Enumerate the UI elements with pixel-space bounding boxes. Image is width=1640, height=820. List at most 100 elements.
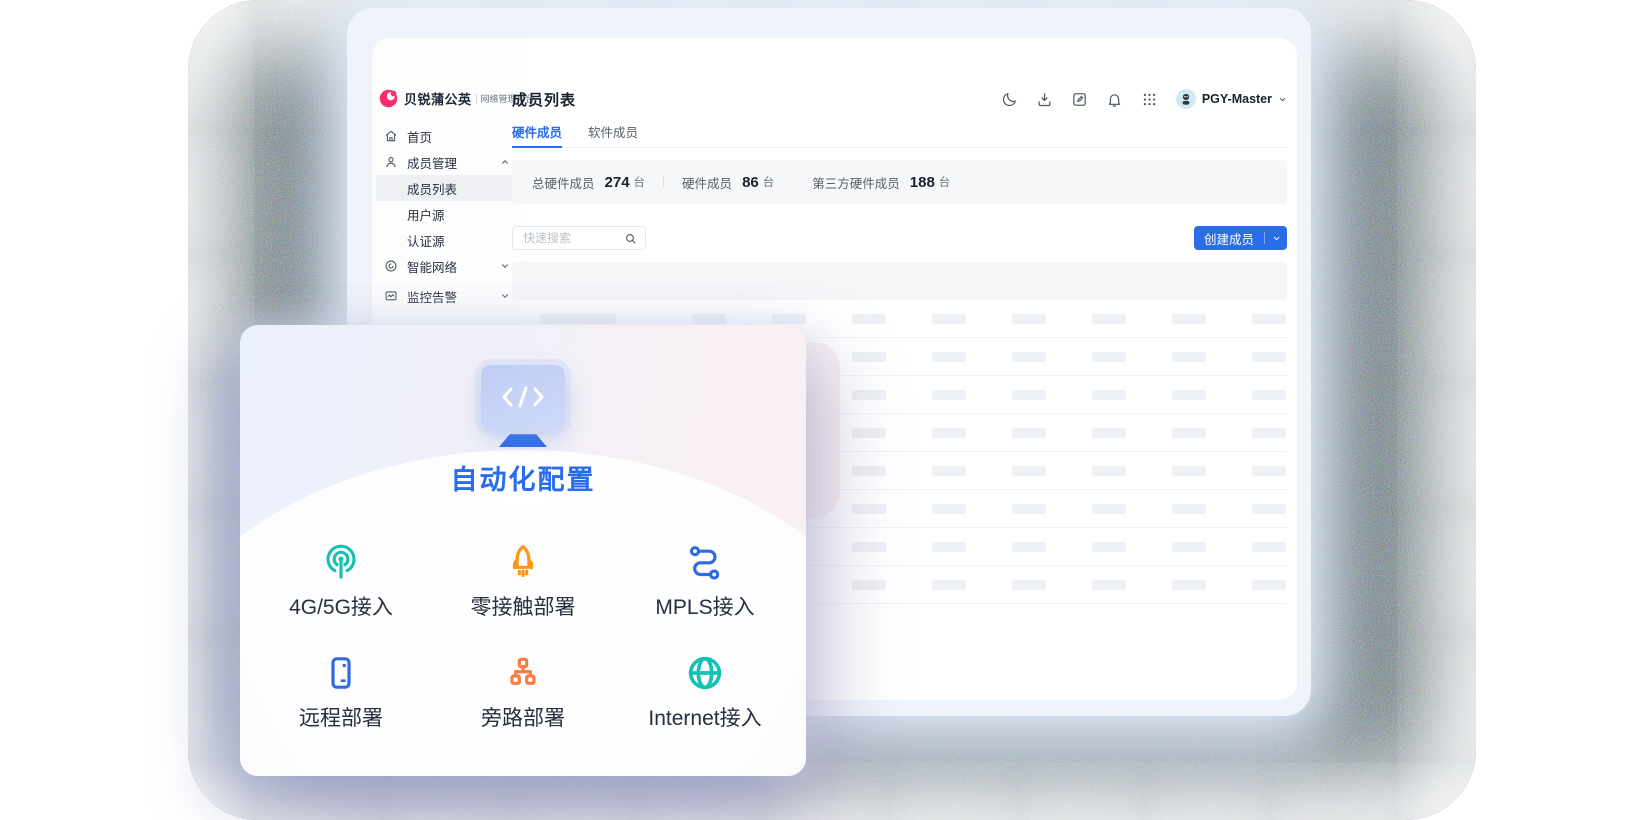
skeleton-cell <box>1012 314 1046 324</box>
skeleton-cell <box>932 390 966 400</box>
broadcast-icon <box>321 542 361 582</box>
sidebar-item-user-source[interactable]: 用户源 <box>376 201 518 227</box>
stat-label: 第三方硬件成员 <box>812 173 900 192</box>
sidebar-item-label: 成员管理 <box>407 153 457 172</box>
brand: 贝锐蒲公英 网络管理平台 <box>378 88 522 109</box>
monitor-screen <box>481 365 565 429</box>
feature-bypass-deploy: 旁路部署 <box>481 653 565 732</box>
header-actions: PGY-Master <box>1001 89 1287 109</box>
rocket-icon <box>503 542 543 582</box>
search-input[interactable] <box>521 230 624 246</box>
feature-internet: Internet接入 <box>648 653 761 732</box>
skeleton-cell <box>932 314 966 324</box>
download-icon[interactable] <box>1036 91 1053 108</box>
skeleton-cell <box>852 352 886 362</box>
feature-remote-deploy: 远程部署 <box>299 653 383 732</box>
stat-unit: 台 <box>634 174 646 190</box>
skeleton-cell <box>1252 504 1286 514</box>
skeleton-cell <box>1252 542 1286 552</box>
feature-grid: 4G/5G接入 零接触部署 MPLS接入 <box>250 542 796 732</box>
stat-unit: 台 <box>939 174 951 190</box>
tab-bar: 硬件成员 软件成员 <box>512 122 1287 148</box>
skeleton-cell <box>1012 580 1046 590</box>
search-input-wrap <box>512 226 646 250</box>
sidebar-item-member-management[interactable]: 成员管理 <box>376 149 518 175</box>
skeleton-cell <box>1252 352 1286 362</box>
sidebar-item-member-list[interactable]: 成员列表 <box>376 175 518 201</box>
sidebar-item-home[interactable]: 首页 <box>376 123 518 149</box>
feature-4g5g: 4G/5G接入 <box>289 542 393 621</box>
brand-name: 贝锐蒲公英 <box>404 89 472 108</box>
dark-mode-icon[interactable] <box>1001 91 1018 108</box>
form-edit-icon[interactable] <box>1071 91 1088 108</box>
stat-label: 总硬件成员 <box>532 173 595 192</box>
sidebar-item-label: 首页 <box>407 127 432 146</box>
skeleton-cell <box>1092 580 1126 590</box>
skeleton-cell <box>1252 428 1286 438</box>
skeleton-cell <box>1252 314 1286 324</box>
create-member-button: 创建成员 <box>1194 226 1287 250</box>
skeleton-cell <box>1172 504 1206 514</box>
skeleton-cell <box>1092 314 1126 324</box>
skeleton-cell <box>852 314 886 324</box>
skeleton-cell <box>1172 352 1206 362</box>
sidebar-item-label: 认证源 <box>407 231 445 250</box>
tab-software-members[interactable]: 软件成员 <box>588 122 638 146</box>
sidebar-nav: 首页 成员管理 成员列表 用户源 <box>372 123 522 309</box>
user-menu[interactable]: PGY-Master <box>1176 89 1287 109</box>
search-icon[interactable] <box>624 232 637 245</box>
create-member-label[interactable]: 创建成员 <box>1194 229 1264 248</box>
skeleton-cell <box>1012 466 1046 476</box>
skeleton-cell <box>852 504 886 514</box>
sidebar-item-label: 用户源 <box>407 205 445 224</box>
skeleton-cell <box>1092 390 1126 400</box>
stat-value: 188 <box>910 174 935 191</box>
page-title: 成员列表 <box>512 89 576 110</box>
create-member-dropdown[interactable] <box>1265 234 1287 243</box>
skeleton-cell <box>1012 352 1046 362</box>
sidebar-item-monitor-alert[interactable]: 监控告警 <box>376 283 518 309</box>
skeleton-cell <box>1092 504 1126 514</box>
feature-label: MPLS接入 <box>655 591 754 621</box>
sidebar-item-auth-source[interactable]: 认证源 <box>376 227 518 253</box>
app-grid-icon[interactable] <box>1141 91 1158 108</box>
skeleton-cell <box>852 580 886 590</box>
skeleton-cell <box>1252 466 1286 476</box>
skeleton-cell <box>1172 390 1206 400</box>
route-icon <box>685 542 725 582</box>
sidebar-item-label: 监控告警 <box>407 287 457 306</box>
skeleton-cell <box>932 542 966 552</box>
chevron-down-icon <box>1278 95 1287 104</box>
skeleton-cell <box>852 466 886 476</box>
chevron-down-icon <box>1272 234 1281 243</box>
brand-divider <box>476 94 477 104</box>
stats-bar: 总硬件成员 274 台 硬件成员 86 台 第三方硬件成员 188 台 <box>512 160 1287 204</box>
sidebar-item-label: 智能网络 <box>407 257 457 276</box>
chevron-up-icon <box>500 157 510 167</box>
skeleton-cell <box>1252 390 1286 400</box>
skeleton-cell <box>1172 314 1206 324</box>
monitor-alert-icon <box>384 289 398 303</box>
feature-mpls: MPLS接入 <box>655 542 754 621</box>
phone-icon <box>321 653 361 693</box>
avatar <box>1176 89 1196 109</box>
skeleton-cell <box>1012 504 1046 514</box>
skeleton-cell <box>1012 542 1046 552</box>
card-title: 自动化配置 <box>240 458 806 497</box>
stat-unit: 台 <box>763 174 775 190</box>
monitor-stand <box>499 434 547 447</box>
top-bar: 成员列表 <box>512 84 1287 114</box>
skeleton-cell <box>1172 428 1206 438</box>
tab-hardware-members[interactable]: 硬件成员 <box>512 122 562 148</box>
table-header-skeleton <box>512 262 1287 300</box>
notification-bell-icon[interactable] <box>1106 91 1123 108</box>
sidebar-item-smart-network[interactable]: 智能网络 <box>376 253 518 279</box>
skeleton-cell <box>1252 580 1286 590</box>
stat-label: 硬件成员 <box>682 173 732 192</box>
feature-label: Internet接入 <box>648 702 761 732</box>
code-monitor-icon <box>481 365 565 447</box>
home-icon <box>384 129 398 143</box>
skeleton-cell <box>1092 352 1126 362</box>
chevron-down-icon <box>500 291 510 301</box>
skeleton-cell <box>932 466 966 476</box>
